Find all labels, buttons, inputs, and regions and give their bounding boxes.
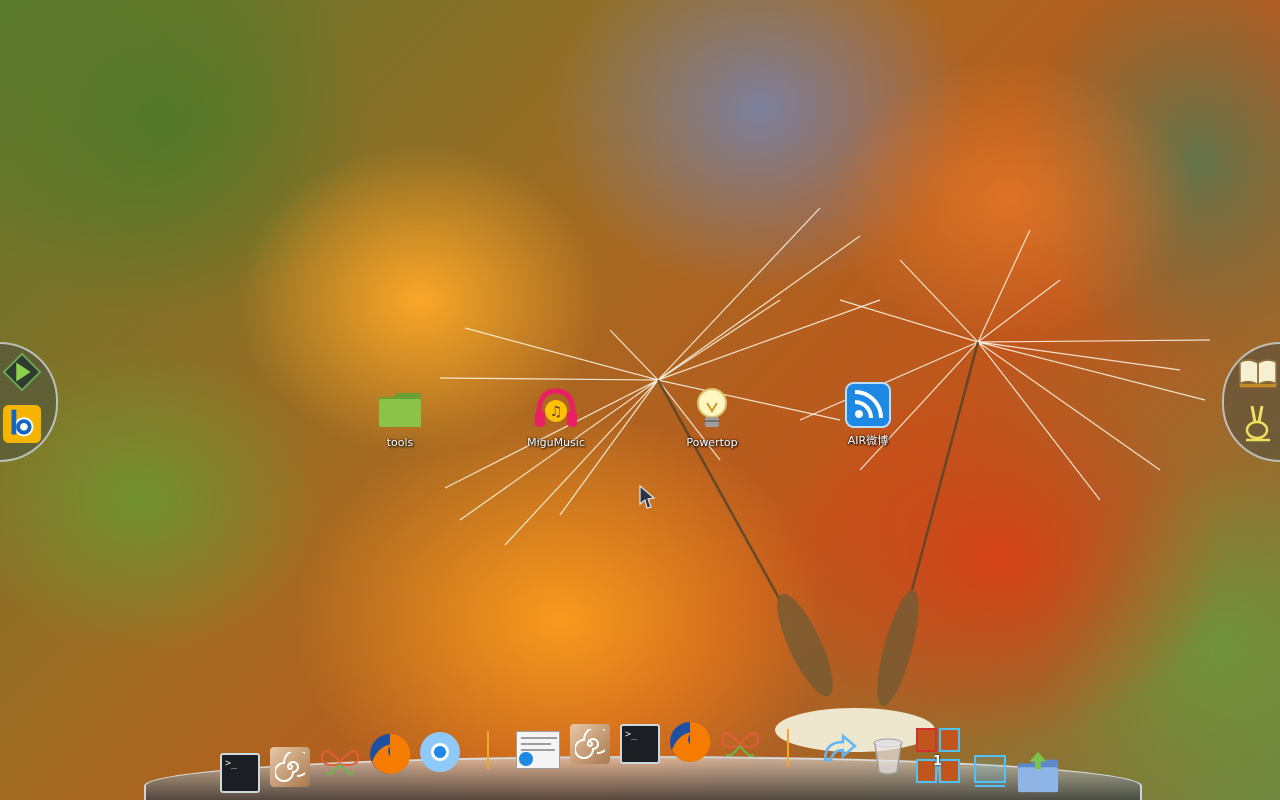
separator-icon [487,731,489,769]
firefox-icon [370,733,411,774]
open-book-icon[interactable] [1238,352,1278,392]
desktop-wallpaper: tools ♫ MiguMusic Powertop AIR微博 >_ >_ 1 [0,0,1280,800]
dock-item-firefox-active[interactable] [668,720,712,764]
desktop-icon-label: AIR微博 [847,434,889,447]
dock-separator [466,728,510,772]
run-arrow-icon[interactable] [2,352,42,392]
trash-icon [873,738,903,775]
dock-item-chromium[interactable] [418,730,462,774]
workspace-number-badge: 1 [933,754,943,769]
nautilus-shell-icon [570,724,610,764]
dock-item-recycle[interactable] [818,728,862,772]
rabbit-icon[interactable] [1238,404,1278,444]
butterfly-icon [320,750,360,775]
desktop-icon-powertop[interactable]: Powertop [664,386,760,449]
dock-item-files-active[interactable] [568,722,612,766]
desktop-icon-label: Powertop [686,436,738,449]
chromium-icon [420,732,460,772]
svg-text:♫: ♫ [550,404,563,420]
recycle-arrow-icon [823,733,857,762]
dock-item-terminal-active[interactable]: >_ [618,722,662,766]
butterfly-icon [720,732,760,757]
terminal-icon: >_ [620,724,660,764]
dandelion-wallpaper-art [439,207,1211,752]
firefox-icon [670,721,711,762]
lightbulb-icon [689,386,735,432]
desktop-icon-label: MiguMusic [527,436,585,449]
folder-icon [377,386,423,432]
dock-item-terminal[interactable]: >_ [218,751,262,795]
dock-item-butterfly[interactable] [318,740,362,784]
mouse-cursor-icon [638,484,658,514]
desktop-icon-air-weibo[interactable]: AIR微博 [820,382,916,448]
dock-item-workspace-switcher[interactable]: 1 [916,728,960,783]
dock-item-show-desktop[interactable] [968,748,1012,792]
desktop-icon-tools[interactable]: tools [352,386,448,449]
dock-item-screenshot[interactable] [516,728,560,772]
dock-item-trash[interactable] [866,734,910,778]
dock-separator-2 [766,726,810,770]
home-folder-upload-icon [1017,751,1059,793]
screenshot-document-icon [516,731,560,769]
dock-item-butterfly-active[interactable] [718,722,762,766]
right-side-panel [1222,342,1280,462]
desktop-frame-icon [974,755,1006,787]
terminal-icon: >_ [220,753,260,793]
left-side-panel [0,342,58,462]
music-icon: ♫ [533,386,579,432]
dock-item-home-folder[interactable] [1016,750,1060,794]
desktop-icon-migumusic[interactable]: ♫ MiguMusic [508,386,604,449]
dock-item-firefox[interactable] [368,732,412,776]
dock-item-files[interactable] [268,745,312,789]
nautilus-shell-icon [270,747,310,787]
b-app-icon[interactable] [2,404,42,444]
workspace-switcher-icon: 1 [916,728,960,788]
desktop-icon-label: tools [386,436,414,449]
rss-icon [845,382,891,428]
separator-icon [787,729,789,767]
